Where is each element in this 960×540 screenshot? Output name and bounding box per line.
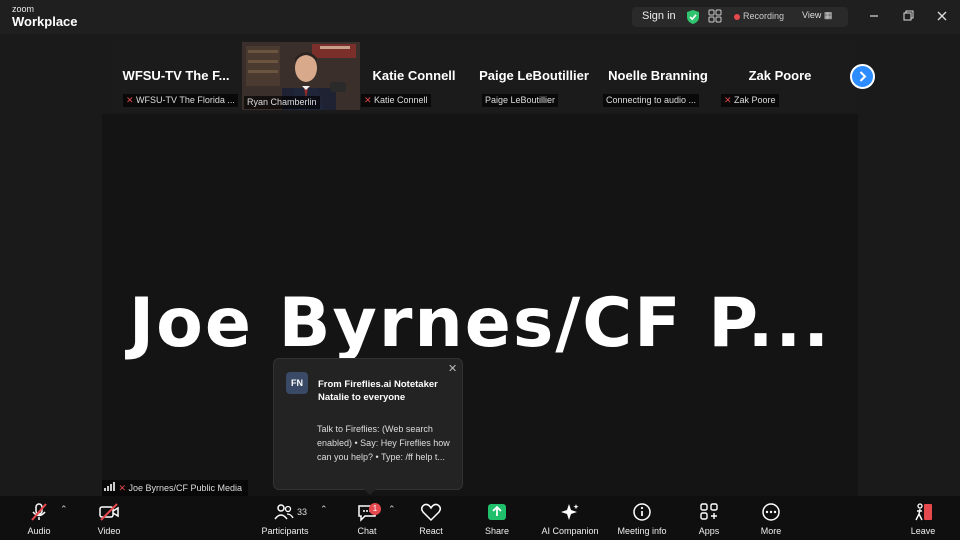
participant-label-text: Zak Poore xyxy=(734,95,776,105)
popup-message: Talk to Fireflies: (Web search enabled) … xyxy=(317,424,450,462)
mic-muted-icon: ✕ xyxy=(364,95,372,105)
participant-label: ✕ WFSU-TV The Florida ... xyxy=(123,94,238,107)
sparkle-icon xyxy=(561,504,579,520)
share-button[interactable]: Share xyxy=(476,496,518,540)
audio-label: Audio xyxy=(27,526,51,536)
participant-video-tile[interactable]: Ryan Chamberlin xyxy=(242,42,360,110)
avatar: FN xyxy=(286,372,308,394)
popup-tail xyxy=(364,489,376,495)
mic-muted-icon xyxy=(31,503,47,521)
meeting-info-button[interactable]: Meeting info xyxy=(612,496,672,540)
audio-button[interactable]: Audio xyxy=(18,496,60,540)
video-button[interactable]: Video xyxy=(88,496,130,540)
titlebar-controls: Sign in Recording View ▦ xyxy=(632,7,848,27)
active-speaker-label-text: Joe Byrnes/CF Public Media xyxy=(128,483,243,493)
chat-notification-popup[interactable]: FN ✕ From Fireflies.ai Notetaker Natalie… xyxy=(273,358,463,495)
chat-button[interactable]: Chat xyxy=(346,496,388,540)
minimize-icon[interactable] xyxy=(864,6,884,26)
participant-tile[interactable]: Paige LeBoutillier Paige LeBoutillier xyxy=(475,40,593,110)
apps-grid-icon[interactable] xyxy=(708,9,722,28)
title-bar: zoom Workplace Sign in Recording View ▦ xyxy=(0,0,960,34)
view-button[interactable]: View ▦ xyxy=(802,10,832,21)
brand-bottom: Workplace xyxy=(12,14,78,29)
app-logo: zoom Workplace xyxy=(12,4,78,29)
shield-icon[interactable] xyxy=(686,9,700,30)
chat-options-caret-icon[interactable]: ⌃ xyxy=(388,504,396,515)
grid-view-icon: ▦ xyxy=(823,10,833,20)
apps-icon xyxy=(700,503,718,520)
video-label: Video xyxy=(97,526,121,536)
participants-icon xyxy=(274,504,294,520)
more-button[interactable]: More xyxy=(750,496,792,540)
popup-title: From Fireflies.ai Notetaker Natalie to e… xyxy=(318,379,438,403)
participant-name: Noelle Branning xyxy=(608,68,708,83)
more-icon xyxy=(762,503,780,521)
video-off-icon xyxy=(99,503,119,521)
participant-label: Paige LeBoutillier xyxy=(482,94,559,107)
close-icon[interactable]: ✕ xyxy=(448,362,457,375)
heart-icon xyxy=(420,503,442,522)
leave-label: Leave xyxy=(910,526,936,536)
participant-tile[interactable]: WFSU-TV The F... ✕ WFSU-TV The Florida ..… xyxy=(117,40,238,110)
chat-label: Chat xyxy=(357,526,377,536)
chevron-right-icon xyxy=(859,71,867,82)
view-label: View xyxy=(802,10,822,20)
participant-name: Katie Connell xyxy=(372,68,456,83)
react-label: React xyxy=(419,526,443,536)
participant-label-text: WFSU-TV The Florida ... xyxy=(136,95,235,105)
participant-label: ✕ Zak Poore xyxy=(721,94,779,107)
next-page-button[interactable] xyxy=(850,64,875,89)
active-speaker-name: Joe Byrnes/CF P... xyxy=(128,284,832,363)
participant-label-text: Katie Connell xyxy=(374,95,428,105)
mic-muted-icon: ✕ xyxy=(724,95,732,105)
participant-name: Zak Poore xyxy=(748,68,812,83)
share-label: Share xyxy=(484,526,510,536)
ai-companion-button[interactable]: AI Companion xyxy=(536,496,604,540)
meeting-toolbar: Audio ⌃ Video Participants ⌃ Chat ⌃ Reac… xyxy=(0,496,960,540)
participant-name: WFSU-TV The F... xyxy=(122,68,230,83)
recording-dot-icon xyxy=(734,14,740,20)
meeting-info-label: Meeting info xyxy=(617,526,667,536)
share-screen-icon xyxy=(488,504,506,520)
mic-muted-icon: ✕ xyxy=(118,483,127,493)
more-label: More xyxy=(760,526,782,536)
participant-tile[interactable]: Katie Connell ✕ Katie Connell xyxy=(355,40,473,110)
leave-icon xyxy=(915,503,932,521)
active-speaker-label: ✕ Joe Byrnes/CF Public Media xyxy=(102,480,249,496)
participant-tile[interactable]: Noelle Branning Connecting to audio ... xyxy=(599,40,717,110)
recording-status[interactable]: Recording xyxy=(743,11,784,21)
participant-label: Connecting to audio ... xyxy=(603,94,700,107)
sign-in-button[interactable]: Sign in xyxy=(642,10,676,22)
active-speaker-view[interactable]: Joe Byrnes/CF P... ✕ Joe Byrnes/CF Public… xyxy=(102,114,858,496)
restore-icon[interactable] xyxy=(898,6,918,26)
ai-companion-label: AI Companion xyxy=(541,526,599,536)
participants-options-caret-icon[interactable]: ⌃ xyxy=(320,504,328,515)
participants-button[interactable]: Participants xyxy=(256,496,314,540)
mic-muted-icon: ✕ xyxy=(126,95,134,105)
participant-label: Ryan Chamberlin xyxy=(244,96,320,109)
leave-button[interactable]: Leave xyxy=(902,496,944,540)
participant-name: Paige LeBoutillier xyxy=(479,68,589,83)
participant-count: 33 xyxy=(297,507,308,517)
chat-unread-badge: 1 xyxy=(369,503,381,515)
react-button[interactable]: React xyxy=(410,496,452,540)
participants-label: Participants xyxy=(261,526,309,536)
apps-button[interactable]: Apps xyxy=(688,496,730,540)
participant-tile[interactable]: Zak Poore ✕ Zak Poore xyxy=(721,40,839,110)
signal-icon xyxy=(104,482,115,491)
apps-label: Apps xyxy=(698,526,720,536)
close-window-icon[interactable] xyxy=(932,6,952,26)
audio-options-caret-icon[interactable]: ⌃ xyxy=(60,504,68,515)
zoom-meeting-window: zoom Workplace Sign in Recording View ▦ xyxy=(0,0,960,540)
participant-label: ✕ Katie Connell xyxy=(361,94,431,107)
info-icon xyxy=(633,503,651,521)
brand-top: zoom xyxy=(12,4,35,14)
gallery-strip: WFSU-TV The F... ✕ WFSU-TV The Florida ..… xyxy=(113,40,855,112)
